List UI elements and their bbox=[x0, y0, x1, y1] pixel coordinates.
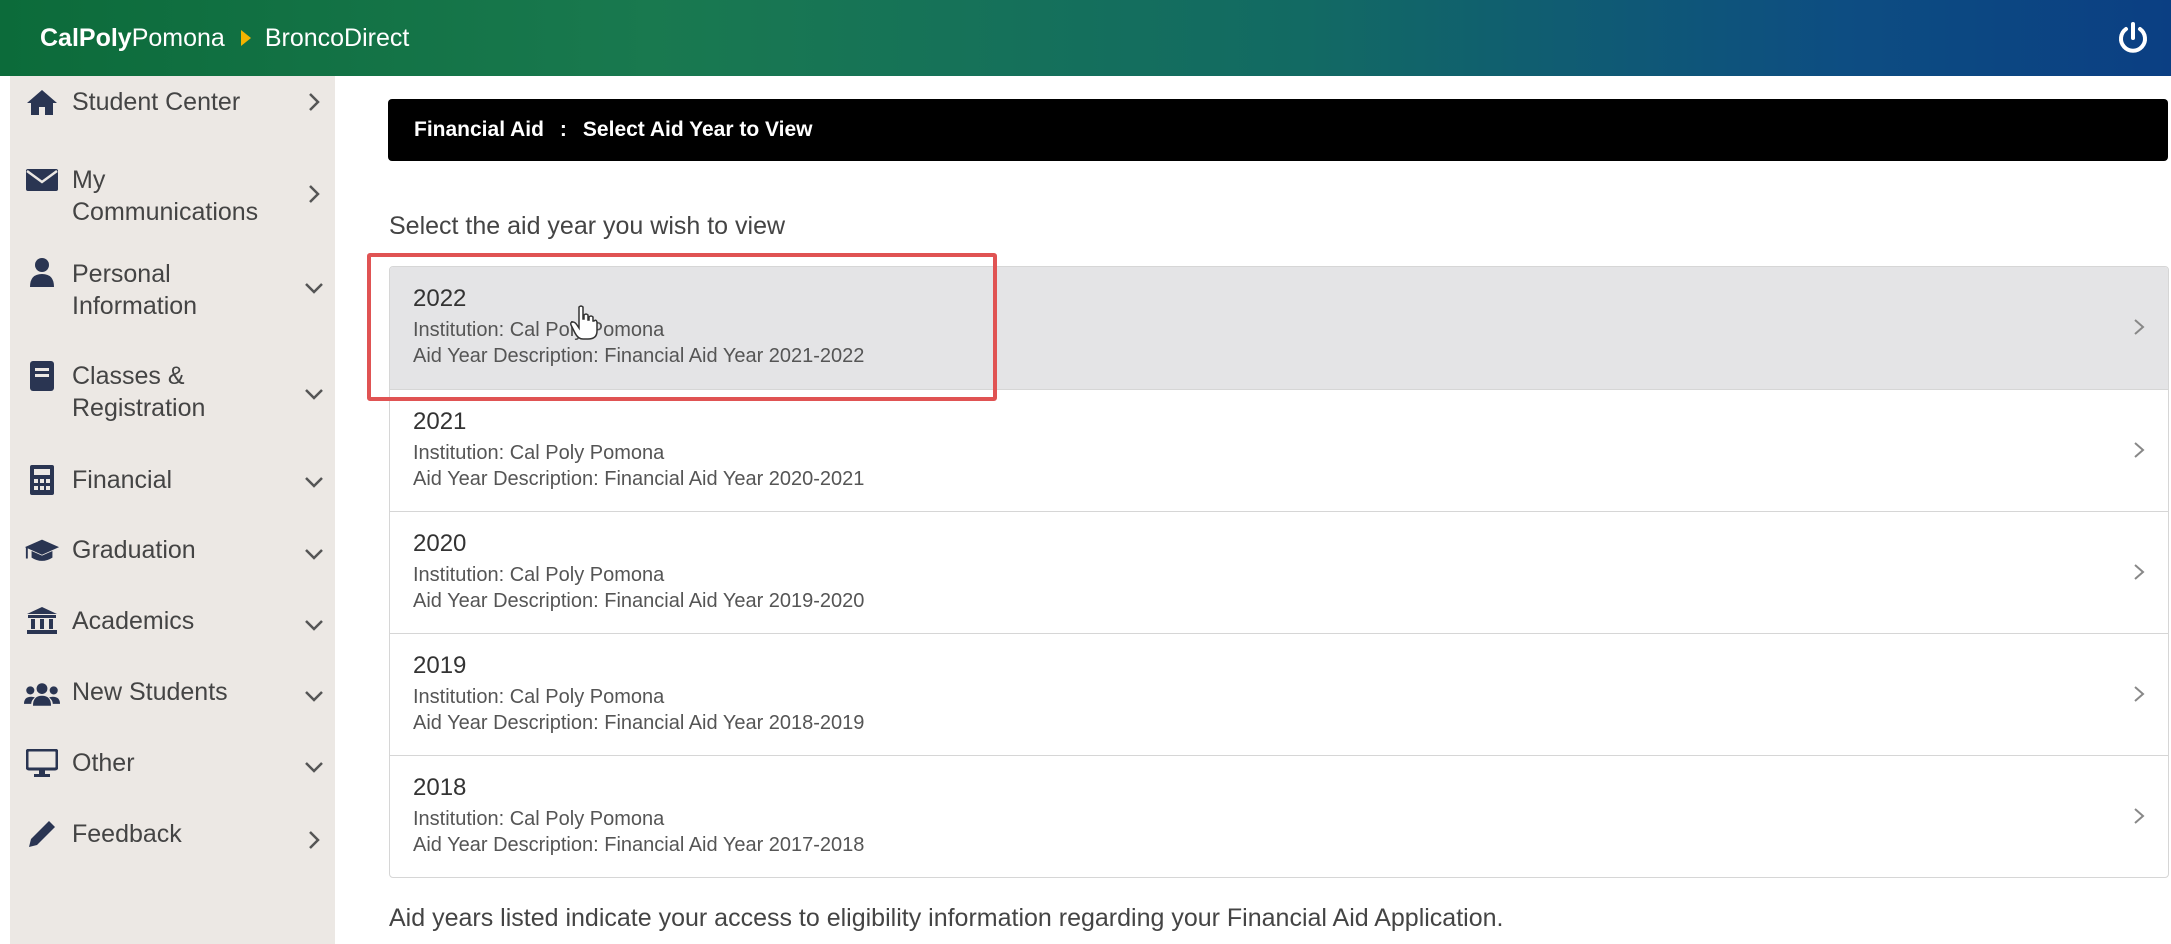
aid-year-description: Aid Year Description: Financial Aid Year… bbox=[413, 468, 865, 490]
sidebar-item-financial[interactable]: Financial bbox=[10, 456, 335, 518]
graduation-cap-icon bbox=[24, 534, 60, 566]
home-icon bbox=[24, 86, 60, 118]
hand-cursor-icon bbox=[570, 305, 598, 340]
brand-pomona[interactable]: Pomona bbox=[132, 24, 225, 53]
chevron-right-icon bbox=[309, 831, 320, 849]
aid-year-institution: Institution: Cal Poly Pomona bbox=[413, 686, 665, 708]
sidebar-item-student-center[interactable]: Student Center bbox=[10, 76, 335, 128]
aid-year-institution: Institution: Cal Poly Pomona bbox=[413, 564, 665, 586]
sidebar-item-label: Financial bbox=[72, 466, 173, 494]
sidebar-item-academics[interactable]: Academics bbox=[10, 599, 335, 661]
aid-year-description: Aid Year Description: Financial Aid Year… bbox=[413, 834, 865, 856]
chevron-down-icon bbox=[305, 389, 323, 400]
chevron-right-icon bbox=[2134, 442, 2145, 458]
sidebar-item-label: Student Center bbox=[72, 88, 241, 116]
aid-year-description: Aid Year Description: Financial Aid Year… bbox=[413, 590, 865, 612]
chevron-down-icon bbox=[305, 620, 323, 631]
chevron-right-icon bbox=[2134, 808, 2145, 824]
sidebar-item-label: Feedback bbox=[72, 820, 182, 848]
book-icon bbox=[24, 360, 60, 392]
brand-calpoly[interactable]: CalPoly bbox=[40, 24, 132, 53]
desktop-icon bbox=[24, 747, 60, 779]
sidebar-item-feedback[interactable]: Feedback bbox=[10, 812, 335, 874]
aid-year-label: 2020 bbox=[413, 530, 467, 557]
chevron-down-icon bbox=[305, 477, 323, 488]
user-icon bbox=[24, 256, 60, 288]
instruction-text: Select the aid year you wish to view bbox=[389, 212, 786, 240]
page-title-separator: : bbox=[559, 118, 567, 141]
sidebar-item-new-students[interactable]: New Students bbox=[10, 670, 335, 732]
sidebar-item-label: Academics bbox=[72, 607, 195, 635]
sidebar-item-my-communications[interactable]: My Communications bbox=[10, 128, 335, 226]
page-title: Select Aid Year to View bbox=[582, 118, 813, 141]
page-title-bar: Financial Aid : Select Aid Year to View bbox=[388, 99, 2168, 161]
chevron-right-icon bbox=[2134, 686, 2145, 702]
chevron-right-icon bbox=[309, 185, 320, 203]
aid-year-institution: Institution: Cal Poly Pomona bbox=[413, 442, 665, 464]
users-icon bbox=[24, 678, 60, 710]
aid-year-institution: Institution: Cal Poly Pomona bbox=[413, 808, 665, 830]
sidebar-item-other[interactable]: Other bbox=[10, 741, 335, 803]
chevron-right-icon bbox=[2134, 564, 2145, 580]
aid-years-footnote: Aid years listed indicate your access to… bbox=[389, 904, 1504, 932]
sidebar-item-label: Graduation bbox=[72, 536, 196, 564]
sidebar-item-label: Personal Information bbox=[72, 260, 198, 320]
chevron-down-icon bbox=[305, 762, 323, 773]
aid-year-label: 2019 bbox=[413, 652, 467, 679]
sidebar-item-label: New Students bbox=[72, 678, 228, 706]
sidebar-item-classes-registration[interactable]: Classes & Registration bbox=[10, 352, 335, 432]
aid-year-row-2018[interactable]: 2018 Institution: Cal Poly Pomona Aid Ye… bbox=[390, 755, 2168, 877]
aid-year-row-2019[interactable]: 2019 Institution: Cal Poly Pomona Aid Ye… bbox=[390, 633, 2168, 755]
pencil-icon bbox=[24, 818, 60, 850]
chevron-right-icon bbox=[309, 93, 320, 111]
chevron-down-icon bbox=[305, 283, 323, 294]
sidebar-item-label: Other bbox=[72, 749, 135, 777]
main-content: Financial Aid : Select Aid Year to View … bbox=[368, 76, 2169, 944]
breadcrumb: CalPoly Pomona BroncoDirect bbox=[40, 24, 409, 53]
aid-year-row-2020[interactable]: 2020 Institution: Cal Poly Pomona Aid Ye… bbox=[390, 511, 2168, 633]
aid-year-row-2021[interactable]: 2021 Institution: Cal Poly Pomona Aid Ye… bbox=[390, 389, 2168, 511]
highlight-box bbox=[367, 253, 997, 401]
institution-icon bbox=[24, 605, 60, 637]
sidebar-item-personal-information[interactable]: Personal Information bbox=[10, 248, 335, 328]
aid-year-description: Aid Year Description: Financial Aid Year… bbox=[413, 712, 865, 734]
envelope-icon bbox=[24, 164, 60, 196]
chevron-right-icon bbox=[2134, 319, 2145, 335]
aid-year-label: 2018 bbox=[413, 774, 467, 801]
chevron-down-icon bbox=[305, 549, 323, 560]
calculator-icon bbox=[24, 464, 60, 496]
page-title-section: Financial Aid bbox=[414, 118, 544, 141]
breadcrumb-arrow-icon bbox=[240, 30, 251, 46]
power-icon[interactable] bbox=[2115, 20, 2151, 56]
sidebar-item-label: My Communications bbox=[72, 166, 259, 226]
sidebar-nav: Student Center My Communications Persona… bbox=[10, 76, 335, 944]
sidebar-item-graduation[interactable]: Graduation bbox=[10, 528, 335, 590]
aid-year-label: 2021 bbox=[413, 408, 467, 435]
top-header-bar: CalPoly Pomona BroncoDirect bbox=[0, 0, 2171, 76]
brand-app-name[interactable]: BroncoDirect bbox=[265, 24, 410, 53]
sidebar-item-label: Classes & Registration bbox=[72, 362, 206, 422]
chevron-down-icon bbox=[305, 691, 323, 702]
